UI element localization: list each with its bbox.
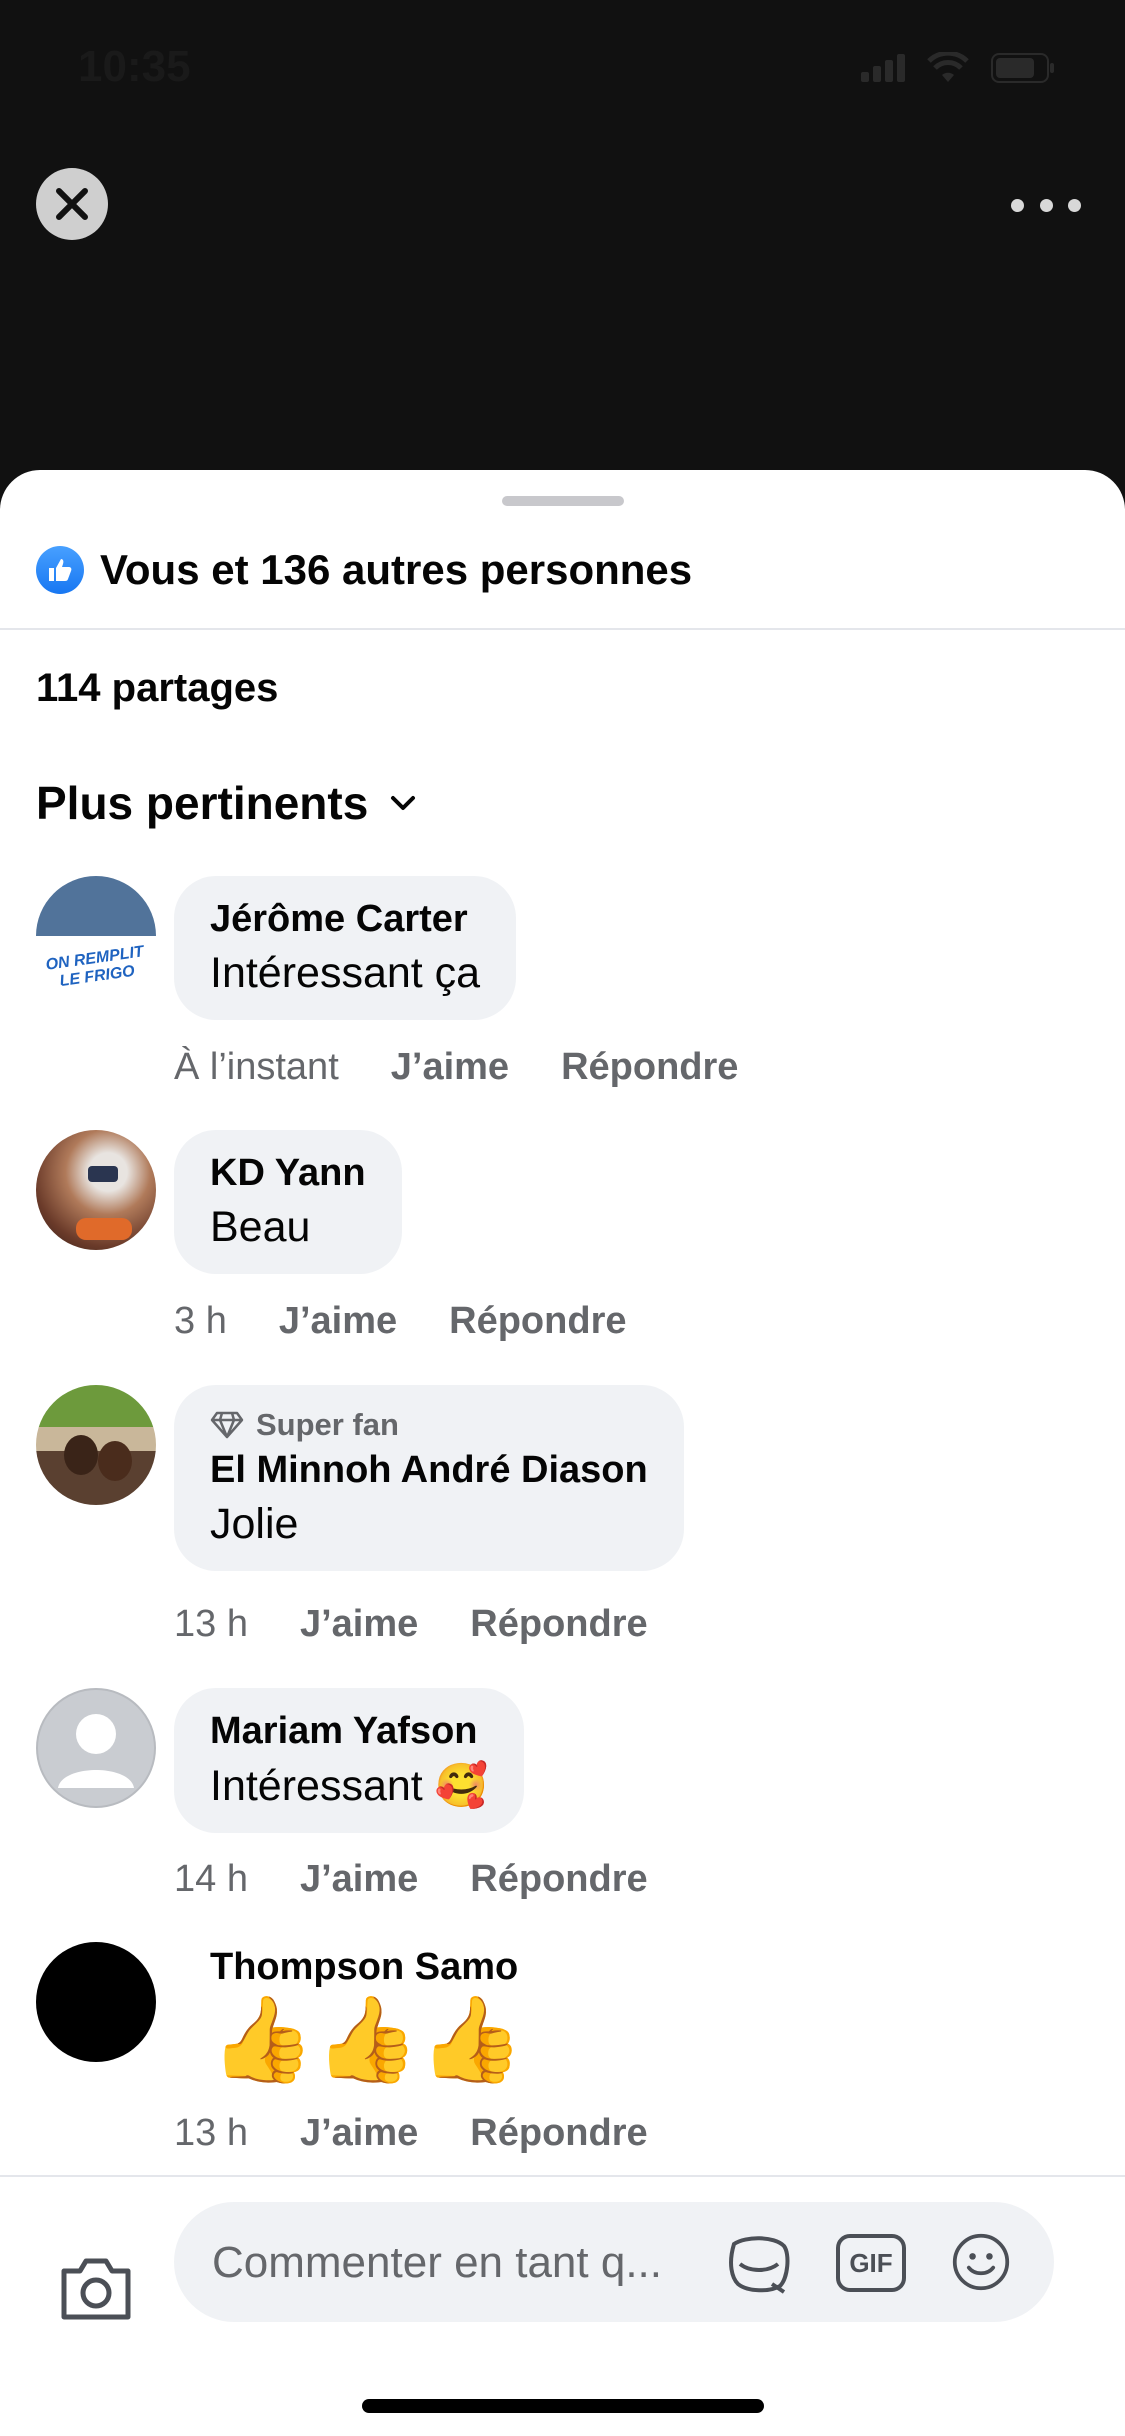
comment-input[interactable]: Commenter en tant q... GIF: [174, 2202, 1054, 2322]
shares-count[interactable]: 114 partages: [36, 666, 278, 711]
more-options-button[interactable]: [1011, 180, 1081, 230]
super-fan-badge: Super fan: [210, 1407, 648, 1443]
reply-button[interactable]: Répondre: [470, 1603, 647, 1646]
divider: [0, 628, 1125, 630]
reactions-summary[interactable]: Vous et 136 autres personnes: [36, 540, 692, 600]
sort-dropdown[interactable]: Plus pertinents: [36, 776, 418, 830]
cellular-signal-icon: [861, 54, 905, 82]
like-button[interactable]: J’aime: [300, 2112, 418, 2155]
battery-icon: [991, 53, 1054, 83]
avatar[interactable]: [36, 1130, 156, 1250]
wifi-icon: [927, 52, 969, 82]
emoji-icon[interactable]: [946, 2232, 1016, 2292]
like-button[interactable]: J’aime: [391, 1046, 509, 1089]
sort-label: Plus pertinents: [36, 777, 369, 829]
avatar[interactable]: [36, 1942, 156, 2062]
comment-time: 14 h: [174, 1858, 248, 1900]
comment-author[interactable]: El Minnoh André Diason: [210, 1449, 648, 1492]
gif-label: GIF: [849, 2247, 893, 2278]
comment-time: 13 h: [174, 2112, 248, 2154]
avatar[interactable]: [36, 1688, 156, 1808]
sheet-grabber[interactable]: [502, 496, 624, 506]
gif-button[interactable]: GIF: [836, 2234, 906, 2292]
status-bar: 10:35: [0, 0, 1125, 140]
like-button[interactable]: J’aime: [300, 1858, 418, 1901]
avatar-text: ON REMPLIT LE FRIGO: [44, 943, 145, 991]
home-indicator[interactable]: [362, 2399, 764, 2413]
comment-item: Mariam Yafson Intéressant 🥰 14 h J’aime …: [36, 1688, 1096, 1900]
chevron-down-icon: [391, 796, 416, 810]
avatar-sticker-icon[interactable]: [724, 2234, 794, 2294]
close-icon: [56, 188, 88, 220]
comment-item: ON REMPLIT LE FRIGO Jérôme Carter Intére…: [36, 876, 1096, 1088]
reply-button[interactable]: Répondre: [561, 1046, 738, 1089]
comment-actions: 14 h J’aime Répondre: [174, 1858, 648, 1901]
comment-text: Beau: [210, 1203, 311, 1251]
reactions-text: Vous et 136 autres personnes: [100, 546, 693, 593]
comment-author[interactable]: Jérôme Carter: [210, 898, 480, 941]
comment-text: Jolie: [210, 1500, 299, 1548]
comment-bubble[interactable]: Thompson Samo 👍👍👍: [174, 1928, 560, 2089]
like-button[interactable]: J’aime: [300, 1603, 418, 1646]
close-button[interactable]: [36, 168, 108, 240]
comment-text: 👍👍👍: [210, 1992, 524, 2086]
reply-button[interactable]: Répondre: [470, 1858, 647, 1901]
comment-text: Intéressant ça: [210, 949, 481, 997]
status-time: 10:35: [78, 42, 191, 91]
comment-actions: 13 h J’aime Répondre: [174, 1603, 648, 1646]
diamond-icon: [210, 1411, 244, 1439]
comment-item: Thompson Samo 👍👍👍 13 h J’aime Répondre: [36, 1942, 1096, 2162]
badge-label: Super fan: [256, 1407, 399, 1442]
comment-input-placeholder: Commenter en tant q...: [212, 2238, 662, 2287]
reply-button[interactable]: Répondre: [470, 2112, 647, 2155]
comment-bubble[interactable]: Super fan El Minnoh André Diason Jolie: [174, 1385, 684, 1571]
comment-bubble[interactable]: KD Yann Beau: [174, 1130, 402, 1274]
camera-icon[interactable]: [58, 2253, 134, 2323]
comment-composer: Commenter en tant q... GIF: [0, 2175, 1125, 2436]
like-button[interactable]: J’aime: [279, 1300, 397, 1343]
comment-actions: À l’instant J’aime Répondre: [174, 1046, 738, 1089]
comment-bubble[interactable]: Jérôme Carter Intéressant ça: [174, 876, 517, 1020]
like-reaction-icon: [36, 546, 84, 594]
comment-actions: 3 h J’aime Répondre: [174, 1300, 627, 1343]
comment-bubble[interactable]: Mariam Yafson Intéressant 🥰: [174, 1688, 525, 1833]
default-avatar-icon: [58, 1714, 134, 1788]
comment-time: 3 h: [174, 1300, 227, 1342]
comment-item: KD Yann Beau 3 h J’aime Répondre: [36, 1130, 1096, 1342]
more-dot-icon: [1011, 198, 1024, 212]
more-dot-icon: [1039, 198, 1053, 212]
status-icons: [861, 52, 1055, 84]
comments-sheet: Vous et 136 autres personnes 114 partage…: [0, 470, 1125, 2436]
comment-time: À l’instant: [174, 1046, 339, 1088]
comment-actions: 13 h J’aime Répondre: [174, 2112, 648, 2155]
reply-button[interactable]: Répondre: [449, 1300, 626, 1343]
comment-author[interactable]: KD Yann: [210, 1152, 366, 1195]
comment-text: Intéressant 🥰: [210, 1762, 489, 1810]
comment-author[interactable]: Mariam Yafson: [210, 1710, 488, 1753]
comment-item: Super fan El Minnoh André Diason Jolie 1…: [36, 1385, 1096, 1645]
comment-author[interactable]: Thompson Samo: [210, 1946, 524, 1989]
avatar[interactable]: ON REMPLIT LE FRIGO: [36, 876, 156, 996]
comment-time: 13 h: [174, 1603, 248, 1645]
avatar[interactable]: [36, 1385, 156, 1505]
more-dot-icon: [1068, 198, 1081, 212]
